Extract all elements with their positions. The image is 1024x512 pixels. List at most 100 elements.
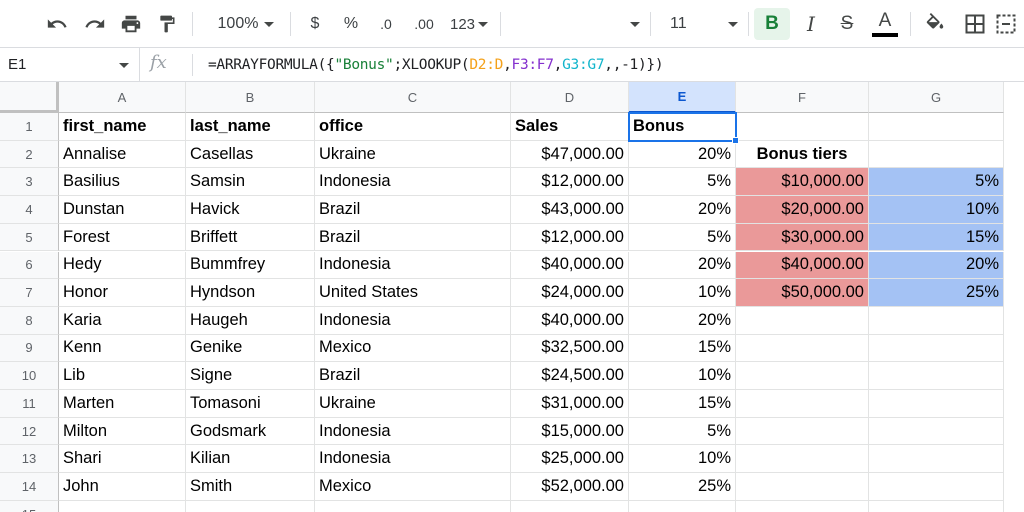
cell-d3[interactable]: $12,000.00 [511,168,629,197]
cell-a13[interactable]: Shari [59,445,186,474]
cell-b13[interactable]: Kilian [186,445,315,474]
borders-icon[interactable] [960,8,990,40]
cell-f2[interactable]: Bonus tiers [736,140,869,169]
cell-f13[interactable] [736,445,869,474]
cell-g3[interactable]: 5% [869,168,1004,197]
row-header[interactable]: 12 [0,417,59,446]
cell-b7[interactable]: Hyndson [186,279,315,307]
row-header[interactable]: 4 [0,196,59,224]
row-header[interactable]: 8 [0,306,59,335]
column-header-d[interactable]: D [511,82,629,113]
cell-c13[interactable]: Indonesia [315,445,511,474]
row-header[interactable]: 10 [0,362,59,390]
cell-f6[interactable]: $40,000.00 [736,251,869,280]
cell-f9[interactable] [736,334,869,363]
cell-e12[interactable]: 5% [629,417,736,446]
cell-c11[interactable]: Ukraine [315,390,511,418]
cell-a5[interactable]: Forest [59,223,186,252]
cell-c9[interactable]: Mexico [315,334,511,363]
cell-g14[interactable] [869,473,1004,501]
cell-b8[interactable]: Haugeh [186,306,315,335]
cell-a14[interactable]: John [59,473,186,501]
cell-c2[interactable]: Ukraine [315,140,511,169]
cell-c6[interactable]: Indonesia [315,251,511,280]
cell-c15[interactable] [315,500,511,512]
cell-e10[interactable]: 10% [629,362,736,390]
cell-c8[interactable]: Indonesia [315,306,511,335]
cell-d7[interactable]: $24,000.00 [511,279,629,307]
text-color-button[interactable]: A [868,8,902,40]
cell-f8[interactable] [736,306,869,335]
column-header-b[interactable]: B [186,82,315,113]
row-header[interactable]: 7 [0,279,59,307]
cell-g8[interactable] [869,306,1004,335]
font-size-select[interactable]: 11 [664,8,744,40]
cell-b5[interactable]: Briffett [186,223,315,252]
cell-d5[interactable]: $12,000.00 [511,223,629,252]
cell-f5[interactable]: $30,000.00 [736,223,869,252]
cell-g1[interactable] [869,113,1004,141]
print-icon[interactable] [116,8,146,40]
cell-d15[interactable] [511,500,629,512]
column-header-e[interactable]: E [629,82,736,113]
column-header-c[interactable]: C [315,82,511,113]
row-header[interactable]: 9 [0,334,59,363]
redo-icon[interactable] [80,8,110,40]
column-header-a[interactable]: A [59,82,186,113]
cell-e8[interactable]: 20% [629,306,736,335]
cell-e5[interactable]: 5% [629,223,736,252]
cell-d12[interactable]: $15,000.00 [511,417,629,446]
cell-g7[interactable]: 25% [869,279,1004,307]
increase-decimal-button[interactable]: .00 [408,8,440,40]
row-header[interactable]: 1 [0,113,59,141]
currency-format-button[interactable]: $ [304,8,326,40]
cell-d2[interactable]: $47,000.00 [511,140,629,169]
cell-a10[interactable]: Lib [59,362,186,390]
cell-e4[interactable]: 20% [629,196,736,224]
cell-e2[interactable]: 20% [629,140,736,169]
cell-a1[interactable]: first_name [59,113,186,141]
merge-cells-icon[interactable] [996,8,1024,40]
cell-d8[interactable]: $40,000.00 [511,306,629,335]
cell-c10[interactable]: Brazil [315,362,511,390]
cell-b10[interactable]: Signe [186,362,315,390]
cell-b15[interactable] [186,500,315,512]
cell-c7[interactable]: United States [315,279,511,307]
cell-b9[interactable]: Genike [186,334,315,363]
cell-b1[interactable]: last_name [186,113,315,141]
cell-d1[interactable]: Sales [511,113,629,141]
select-all-corner[interactable] [0,82,59,113]
cell-a2[interactable]: Annalise [59,140,186,169]
cell-e15[interactable] [629,500,736,512]
cell-a12[interactable]: Milton [59,417,186,446]
cell-a7[interactable]: Honor [59,279,186,307]
cell-f12[interactable] [736,417,869,446]
cell-g11[interactable] [869,390,1004,418]
font-family-select[interactable] [510,8,640,40]
cell-e6[interactable]: 20% [629,251,736,280]
cell-a3[interactable]: Basilius [59,168,186,197]
cell-e14[interactable]: 25% [629,473,736,501]
cell-f14[interactable] [736,473,869,501]
cell-d6[interactable]: $40,000.00 [511,251,629,280]
row-header[interactable]: 5 [0,223,59,252]
row-header[interactable]: 13 [0,445,59,474]
cell-d13[interactable]: $25,000.00 [511,445,629,474]
cell-g5[interactable]: 15% [869,223,1004,252]
cell-g6[interactable]: 20% [869,251,1004,280]
cell-c4[interactable]: Brazil [315,196,511,224]
fill-color-icon[interactable] [920,8,950,40]
cell-a9[interactable]: Kenn [59,334,186,363]
cell-g12[interactable] [869,417,1004,446]
formula-input[interactable]: =ARRAYFORMULA({"Bonus" ;XLOOKUP(D2:D, F3:F… [208,48,664,81]
cell-a11[interactable]: Marten [59,390,186,418]
row-header[interactable]: 2 [0,140,59,169]
cell-e11[interactable]: 15% [629,390,736,418]
cell-f7[interactable]: $50,000.00 [736,279,869,307]
cell-g2[interactable] [869,140,1004,169]
row-header[interactable]: 14 [0,473,59,501]
cell-b2[interactable]: Casellas [186,140,315,169]
cell-f15[interactable] [736,500,869,512]
cell-c1[interactable]: office [315,113,511,141]
zoom-select[interactable]: 100% [210,8,282,40]
